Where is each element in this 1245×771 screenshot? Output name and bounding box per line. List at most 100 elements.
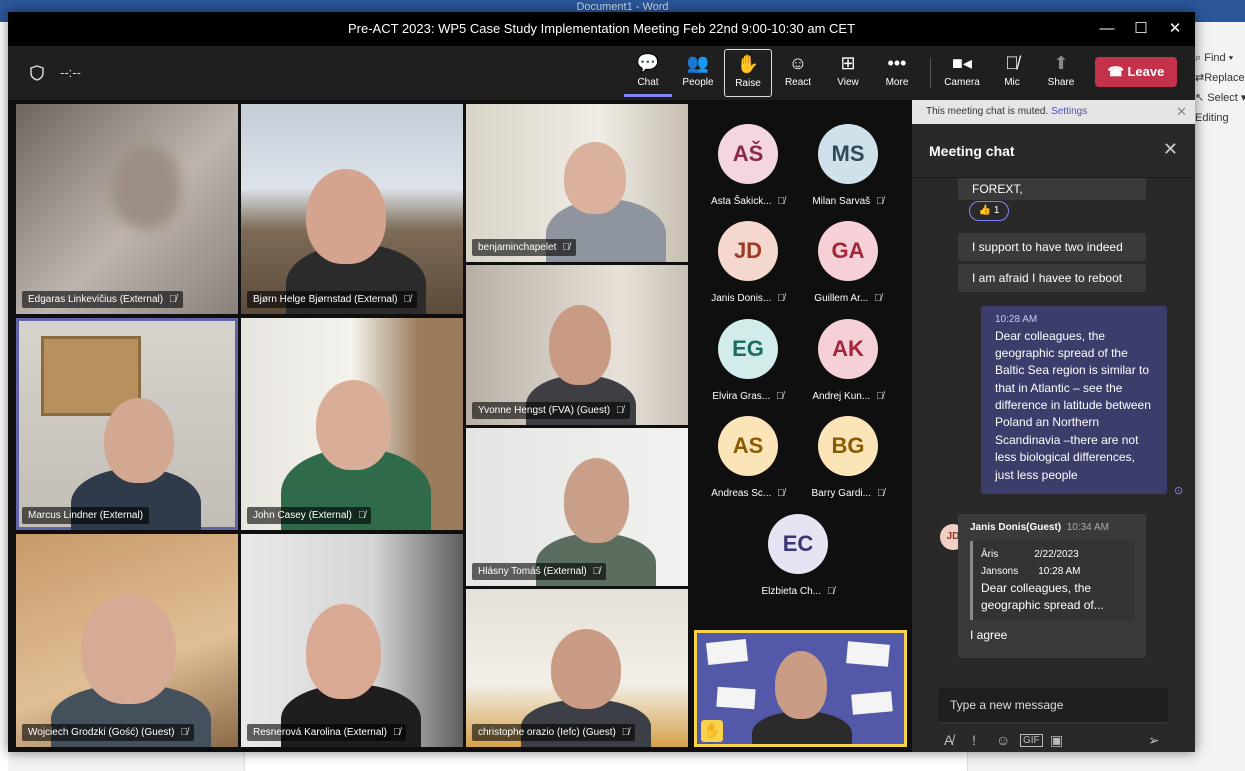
video-tile[interactable]: Bjørn Helge Bjørnstad (External) 🎙̸	[241, 104, 463, 314]
mic-off-icon: 🎙̸	[169, 294, 177, 305]
audio-participant[interactable]: AŠ Asta Šakick... 🎙̸	[698, 124, 798, 207]
participant-name-label: Bjørn Helge Bjørnstad (External) 🎙̸	[247, 291, 417, 308]
avatar: AŠ	[718, 124, 778, 184]
mic-off-icon: 🎙̸	[876, 391, 884, 402]
audio-participant[interactable]: BG Barry Gardi... 🎙̸	[798, 416, 898, 499]
audio-participant[interactable]: JD Janis Donis... 🎙̸	[698, 221, 798, 304]
react-button[interactable]: ☺ React	[774, 49, 822, 97]
participant-name: Janis Donis... 🎙̸	[711, 293, 785, 304]
video-tile[interactable]: Edgaras Linkevičius (External) 🎙̸	[16, 104, 238, 314]
video-tile[interactable]: Wojciech Grodzki (Gość) (Guest) 🎙̸	[16, 534, 238, 747]
mic-off-icon: 🎙̸	[777, 488, 785, 499]
mic-off-icon: 🎙̸	[621, 727, 630, 738]
raise-hand-button[interactable]: ✋ Raise	[724, 49, 772, 97]
more-icon: •••	[887, 53, 907, 73]
word-replace-button[interactable]: ⇄Replace	[1195, 68, 1245, 88]
quoted-message[interactable]: Āris 2/22/2023 Jansons 10:28 AM Dear colle…	[970, 541, 1134, 620]
participant-name-label: christophe orazio (Iefc) (Guest) 🎙̸	[472, 724, 636, 741]
video-tile[interactable]: Resnerová Karolina (External) 🎙̸	[241, 534, 463, 747]
maximize-icon[interactable]: ☐	[1125, 16, 1157, 42]
grid-icon: ⊞	[840, 53, 856, 73]
participant-name-label: Marcus Lindner (External)	[22, 507, 150, 524]
participant-video	[564, 458, 629, 543]
video-tile[interactable]: John Casey (External) 🎙̸	[241, 318, 463, 530]
word-editing-label: Editing	[1195, 112, 1229, 124]
avatar: BG	[818, 416, 878, 476]
teams-meeting-window: Pre-ACT 2023: WP5 Case Study Implementat…	[8, 12, 1195, 752]
video-tile[interactable]: Hlásny Tomáš (External) 🎙̸	[466, 428, 688, 586]
chat-icon: 💬	[636, 53, 660, 73]
message-timestamp: 10:28 AM	[995, 314, 1038, 325]
video-tile[interactable]: benjaminchapelet 🎙̸	[466, 104, 688, 262]
word-document-page[interactable]	[244, 751, 968, 771]
emoji-icon[interactable]: ☺	[996, 732, 1010, 748]
word-select-button[interactable]: ↖ Select ▾	[1195, 88, 1245, 108]
chat-button[interactable]: 💬 Chat	[624, 49, 672, 97]
participant-name-label: Resnerová Karolina (External) 🎙̸	[247, 724, 407, 741]
close-chat-icon[interactable]: ✕	[1163, 139, 1178, 160]
shield-icon	[30, 65, 44, 81]
gif-icon[interactable]: GIF	[1020, 734, 1043, 747]
format-icon[interactable]: A̸	[944, 732, 953, 748]
minimize-icon[interactable]: —	[1091, 16, 1123, 42]
chat-muted-banner: This meeting chat is muted. Settings ✕	[912, 100, 1195, 124]
participant-name: Andrej Kun... 🎙̸	[812, 391, 884, 402]
view-button[interactable]: ⊞ View	[824, 49, 872, 97]
chat-message: I support to have two indeed	[958, 233, 1146, 261]
share-button[interactable]: ⬆ Share	[1037, 49, 1085, 97]
message-input[interactable]: Type a new message	[938, 688, 1168, 724]
video-tile[interactable]: Yvonne Hengst (FVA) (Guest) 🎙̸	[466, 265, 688, 425]
audio-participant[interactable]: AS Andreas Sc... 🎙̸	[698, 416, 798, 499]
sticker-icon[interactable]: ▣	[1050, 732, 1063, 749]
audio-participant[interactable]: EC Elzbieta Ch... 🎙̸	[748, 514, 848, 597]
participant-video	[775, 651, 827, 719]
participant-name: Guillem Ar... 🎙̸	[814, 293, 882, 304]
mic-button[interactable]: 🎙̸ Mic	[988, 49, 1036, 97]
settings-link[interactable]: Settings	[1051, 106, 1087, 117]
video-tile-active-speaker[interactable]: Marcus Lindner (External)	[16, 318, 238, 530]
participant-name-label: benjaminchapelet 🎙̸	[472, 239, 576, 256]
send-icon[interactable]: ➢	[1148, 732, 1160, 749]
background-sticker	[851, 691, 893, 715]
phone-hangup-icon: ☎	[1107, 64, 1124, 79]
camera-button[interactable]: ■◂ Camera	[938, 49, 986, 97]
people-button[interactable]: 👥 People	[674, 49, 722, 97]
background-sticker	[705, 638, 749, 666]
close-icon[interactable]: ✕	[1176, 104, 1187, 120]
message-header: Janis Donis(Guest) 10:34 AM	[970, 522, 1109, 533]
message-text: I agree	[970, 627, 1008, 642]
more-button[interactable]: ••• More	[873, 49, 921, 97]
video-tile[interactable]: christophe orazio (Iefc) (Guest) 🎙̸	[466, 589, 688, 747]
audio-participant[interactable]: GA Guillem Ar... 🎙̸	[798, 221, 898, 304]
mic-off-icon: 🎙̸	[592, 566, 601, 577]
avatar: AK	[818, 319, 878, 379]
self-view-video[interactable]: ✋	[694, 630, 907, 747]
thumbs-up-reaction[interactable]: 👍 1	[969, 201, 1009, 221]
participant-name: Milan Sarvaš 🎙̸	[812, 196, 884, 207]
people-icon: 👥	[686, 53, 710, 73]
audio-participant[interactable]: EG Elvira Gras... 🎙̸	[698, 319, 798, 402]
word-find-button[interactable]: ⌕ Find ▾	[1195, 48, 1245, 68]
avatar: EC	[768, 514, 828, 574]
mic-off-icon: 🎙̸	[777, 293, 785, 304]
participant-name: Asta Šakick... 🎙̸	[710, 196, 786, 207]
avatar: MS	[818, 124, 878, 184]
read-receipt-icon: ⊙	[1174, 485, 1184, 497]
audio-participant[interactable]: AK Andrej Kun... 🎙̸	[798, 319, 898, 402]
mic-off-icon: 🎙̸	[392, 727, 401, 738]
close-window-icon[interactable]: ✕	[1159, 16, 1191, 42]
participant-video	[549, 305, 611, 385]
leave-button[interactable]: ☎ Leave	[1095, 57, 1177, 87]
my-chat-message: 10:28 AM Dear colleagues, the geographic…	[981, 306, 1167, 494]
audio-participant[interactable]: MS Milan Sarvaš 🎙̸	[798, 124, 898, 207]
word-editing-group: ⌕ Find ▾ ⇄Replace ↖ Select ▾ Editing	[1195, 48, 1245, 138]
smiley-icon: ☺	[788, 53, 808, 73]
participant-video	[316, 380, 391, 470]
meeting-toolbar: --:-- 💬 Chat 👥 People ✋ Raise ☺ React ⊞ …	[8, 46, 1195, 100]
chat-message: FOREXT,	[958, 178, 1146, 200]
important-icon[interactable]: !	[972, 732, 976, 748]
participant-video	[564, 142, 626, 214]
toolbar-divider	[930, 58, 931, 88]
chat-reply-message: Janis Donis(Guest) 10:34 AM Āris 2/22/202…	[958, 514, 1146, 658]
background-sticker	[846, 641, 890, 667]
